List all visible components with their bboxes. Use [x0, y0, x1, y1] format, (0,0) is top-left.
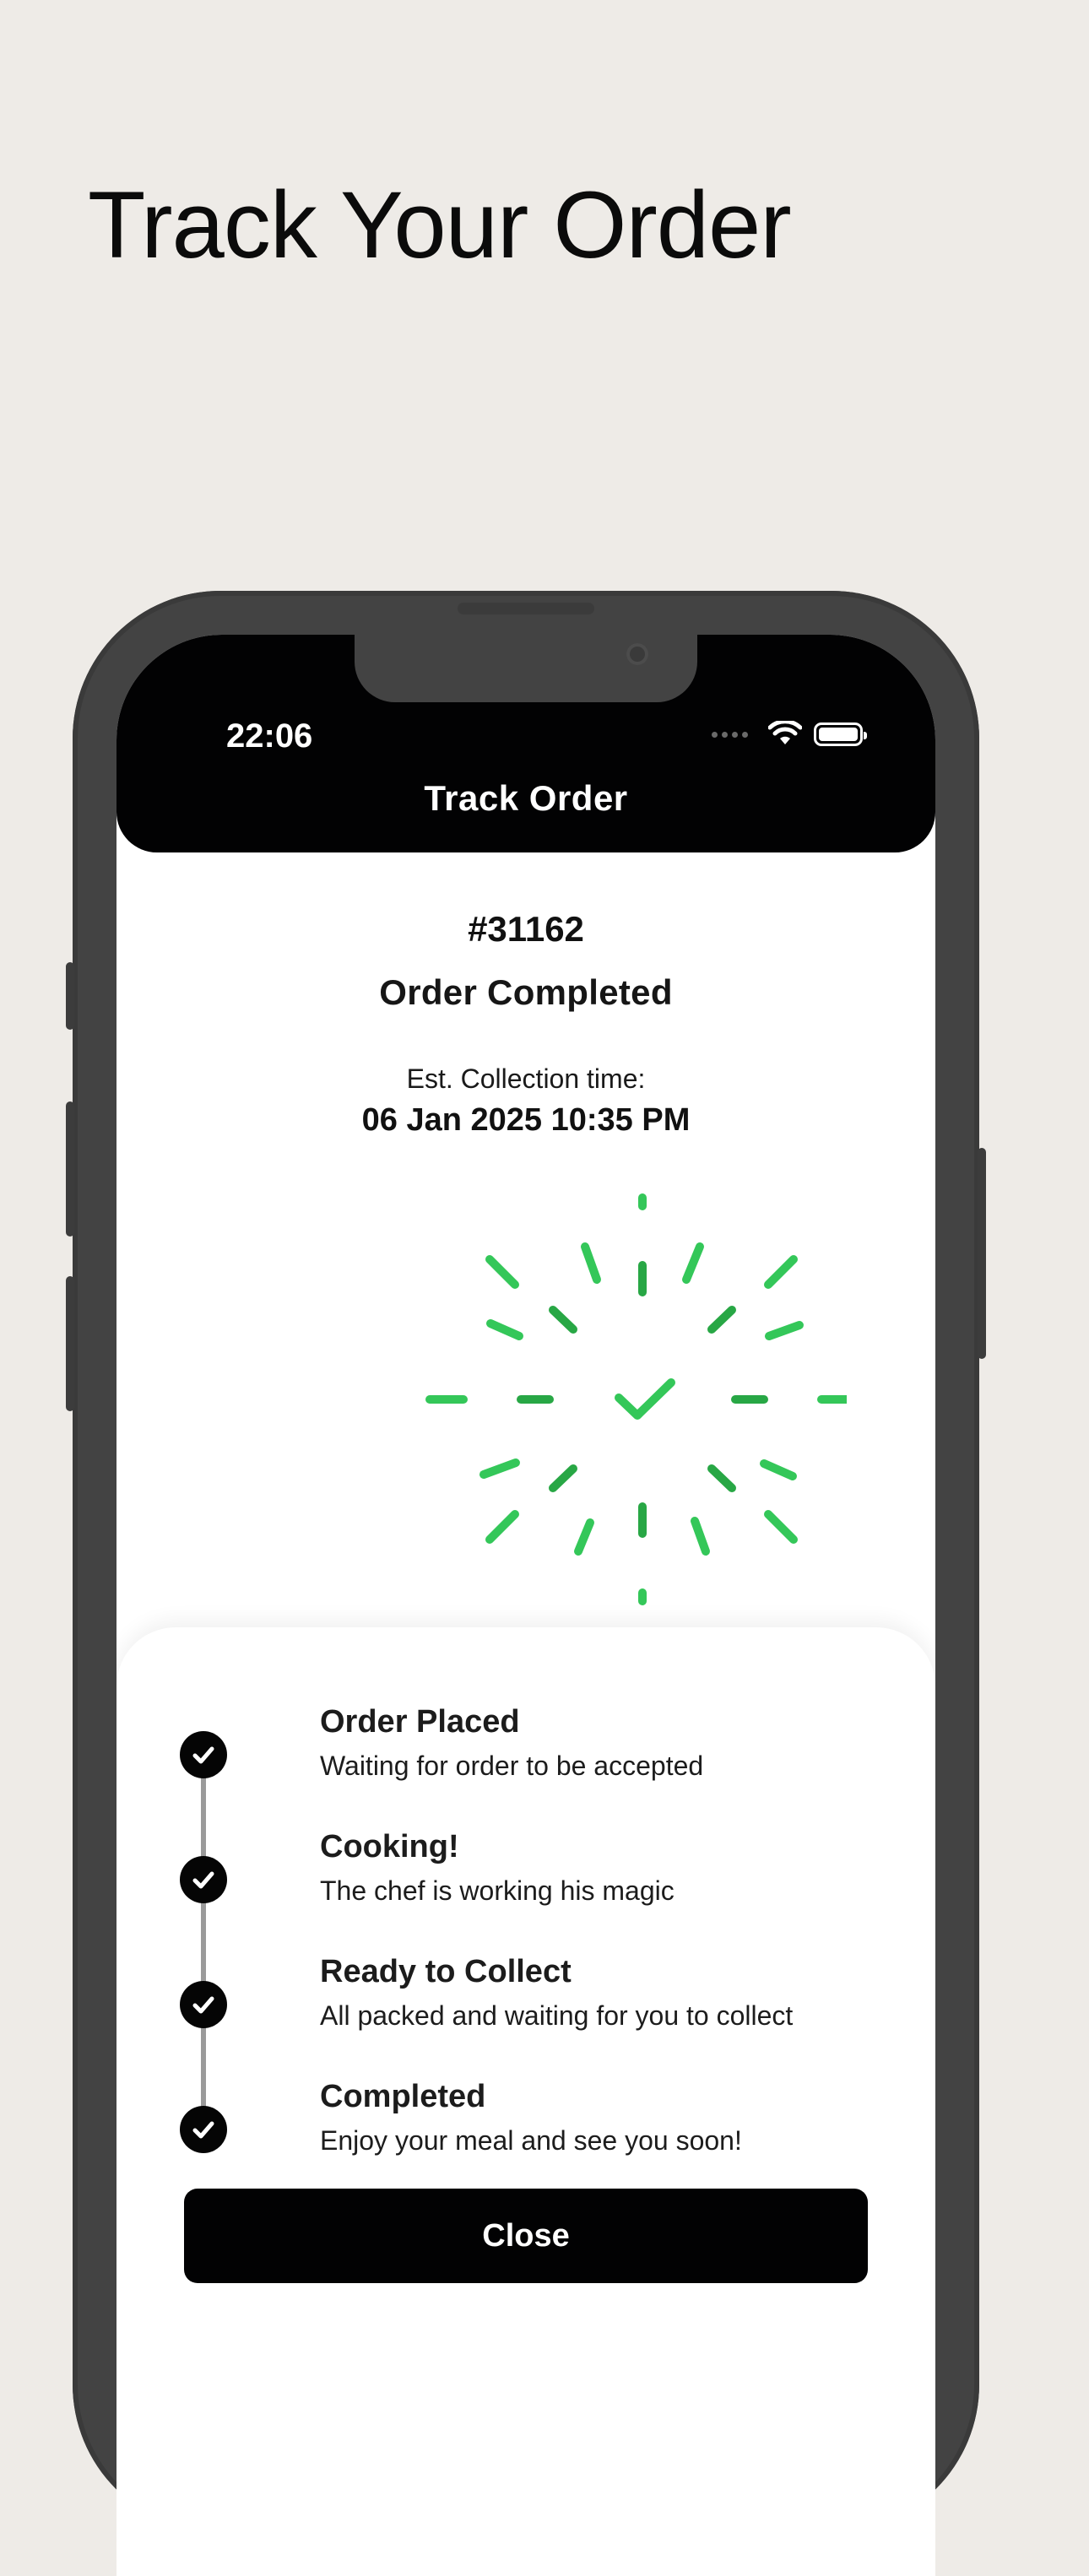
checkmark-burst-icon — [425, 1193, 847, 1605]
step-description: Waiting for order to be accepted — [320, 1751, 704, 1781]
timeline-step-completed: Completed Enjoy your meal and see you so… — [180, 2079, 906, 2180]
check-circle-icon — [180, 1856, 227, 1903]
step-description: All packed and waiting for you to collec… — [320, 2000, 794, 2031]
phone-screen: 22:06 Track Order #31162 Order Completed… — [116, 635, 935, 2576]
status-time: 22:06 — [226, 717, 313, 755]
earpiece-speaker — [458, 603, 594, 614]
header-title: Track Order — [424, 778, 628, 818]
timeline-step-order-placed: Order Placed Waiting for order to be acc… — [180, 1704, 906, 1805]
side-button-mute — [66, 962, 74, 1030]
step-description: The chef is working his magic — [320, 1875, 675, 1906]
collection-time-label: Est. Collection time: — [406, 1063, 646, 1094]
side-button-power — [978, 1148, 986, 1359]
order-number: #31162 — [468, 909, 584, 949]
check-circle-icon — [180, 1731, 227, 1778]
status-icons — [712, 721, 867, 748]
front-camera — [626, 643, 648, 665]
promo-heading: Track Your Order — [88, 172, 792, 278]
app-header: 22:06 Track Order — [116, 635, 935, 852]
wifi-icon — [768, 721, 802, 744]
timeline-step-ready-to-collect: Ready to Collect All packed and waiting … — [180, 1954, 906, 2055]
notch — [355, 635, 697, 702]
signal-icon — [712, 731, 748, 738]
step-title: Ready to Collect — [320, 1954, 572, 1989]
step-description: Enjoy your meal and see you soon! — [320, 2125, 742, 2156]
check-circle-icon — [180, 1981, 227, 2028]
collection-time-value: 06 Jan 2025 10:35 PM — [361, 1102, 691, 1138]
close-button[interactable]: Close — [184, 2189, 868, 2283]
phone-frame: 22:06 Track Order #31162 Order Completed… — [66, 591, 986, 2576]
step-title: Order Placed — [320, 1704, 520, 1740]
step-title: Completed — [320, 2079, 486, 2114]
side-button-volume-down — [66, 1276, 74, 1411]
timeline-step-cooking: Cooking! The chef is working his magic — [180, 1829, 906, 1930]
battery-icon — [814, 722, 867, 746]
step-title: Cooking! — [320, 1829, 459, 1864]
side-button-volume-up — [66, 1101, 74, 1237]
check-circle-icon — [180, 2106, 227, 2153]
order-status: Order Completed — [379, 972, 673, 1012]
order-timeline: Order Placed Waiting for order to be acc… — [116, 1627, 935, 2576]
